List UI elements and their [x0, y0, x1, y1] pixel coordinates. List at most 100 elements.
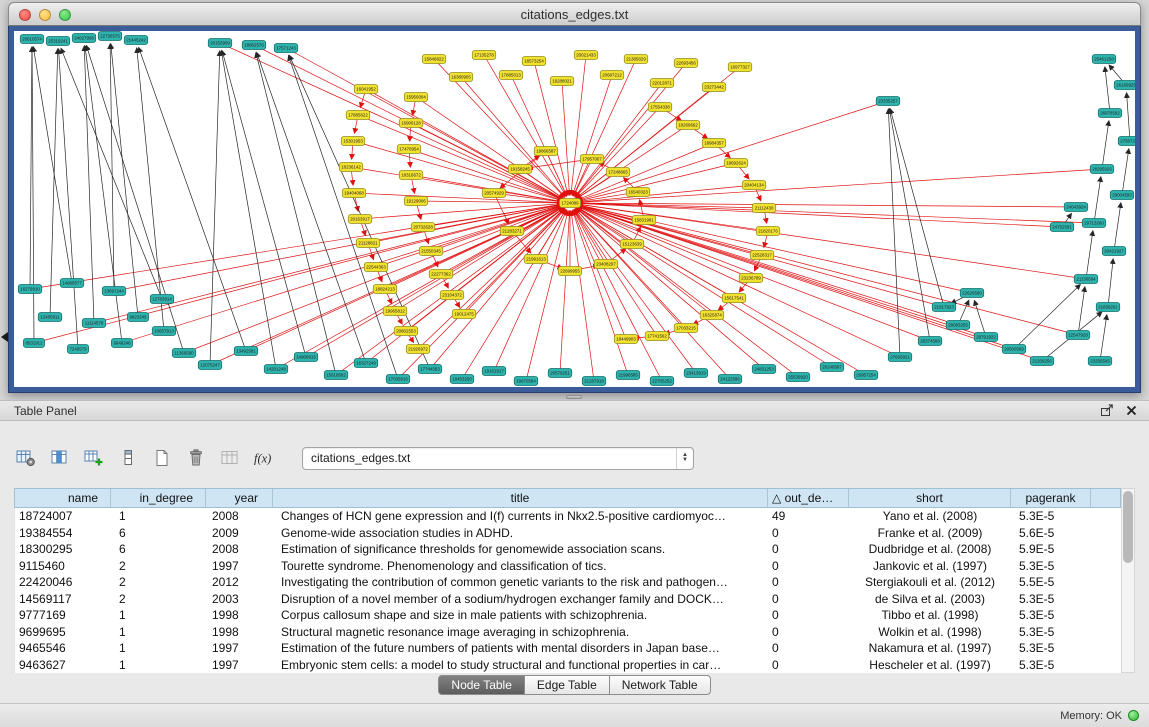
table-cell[interactable]: 5.3E-5: [1011, 640, 1091, 657]
graph-node[interactable]: 26610574: [20, 35, 43, 44]
table-cell[interactable]: 0: [768, 607, 849, 624]
table-cell[interactable]: 9115460: [15, 558, 111, 575]
graph-node[interactable]: 24122586: [718, 375, 741, 384]
table-cell[interactable]: 18300295: [15, 541, 111, 558]
select-columns-icon[interactable]: [46, 445, 73, 471]
graph-node[interactable]: 17885622: [346, 111, 369, 120]
table-cell[interactable]: Tourette syndrome. Phenomenology and cla…: [273, 558, 768, 575]
graph-node[interactable]: 19129006: [404, 197, 427, 206]
table-cell[interactable]: 5.3E-5: [1011, 508, 1091, 525]
table-cell[interactable]: 5.3E-5: [1011, 624, 1091, 641]
close-panel-icon[interactable]: [1126, 405, 1137, 416]
graph-node[interactable]: 14201248: [264, 365, 287, 374]
west-panel-collapse-arrow[interactable]: [1, 332, 8, 342]
table-cell[interactable]: Tibbo et al. (1998): [849, 607, 1011, 624]
graph-node[interactable]: 21287918: [582, 377, 605, 386]
graph-node[interactable]: 22693456: [674, 59, 697, 68]
table-row[interactable]: 1938455462009Genome-wide association stu…: [15, 525, 1121, 542]
table-cell[interactable]: Stergiakouli et al. (2012): [849, 574, 1011, 591]
graph-node[interactable]: 20732628: [411, 223, 434, 232]
table-row[interactable]: 969969511998Structural magnetic resonanc…: [15, 624, 1121, 641]
graph-node[interactable]: 29791922: [974, 333, 997, 342]
graph-node[interactable]: 25539920: [786, 373, 809, 382]
table-cell[interactable]: 2: [111, 574, 206, 591]
table-cell[interactable]: 1997: [206, 558, 273, 575]
table-row[interactable]: 2242004622012Investigating the contribut…: [15, 574, 1121, 591]
graph-node[interactable]: 11366580: [172, 349, 195, 358]
graph-node[interactable]: 16977327: [728, 63, 751, 72]
graph-node[interactable]: 17033215: [674, 324, 697, 333]
table-cell[interactable]: 2003: [206, 591, 273, 608]
table-cell[interactable]: 1997: [206, 640, 273, 657]
table-cell[interactable]: Nakamura et al. (1997): [849, 640, 1011, 657]
column-header-out_de[interactable]: △ out_de…: [768, 489, 849, 507]
graph-node[interactable]: 21283271: [500, 227, 523, 236]
table-cell[interactable]: Investigating the contribution of common…: [273, 574, 768, 591]
table-cell[interactable]: 2012: [206, 574, 273, 591]
graph-node[interactable]: 26248587: [820, 363, 843, 372]
window-titlebar[interactable]: citations_edges.txt: [8, 2, 1141, 26]
table-row[interactable]: 977716911998Corpus callosum shape and si…: [15, 607, 1121, 624]
graph-node[interactable]: 23335257: [876, 97, 899, 106]
table-cell[interactable]: 0: [768, 558, 849, 575]
graph-node[interactable]: 22699955: [558, 267, 581, 276]
graph-node[interactable]: 27587259: [1118, 137, 1135, 146]
table-row[interactable]: 1872400712008Changes of HCN gene express…: [15, 508, 1121, 525]
column-header-short[interactable]: short: [849, 489, 1011, 507]
graph-node[interactable]: 21917923: [932, 303, 955, 312]
table-cell[interactable]: 9699695: [15, 624, 111, 641]
graph-node[interactable]: 22277362: [429, 270, 452, 279]
table-cell[interactable]: 1: [111, 640, 206, 657]
graph-node[interactable]: 29713260: [1082, 219, 1105, 228]
graph-node[interactable]: 17554338: [648, 103, 671, 112]
graph-node[interactable]: 16325874: [700, 311, 723, 320]
table-cell[interactable]: 6: [111, 541, 206, 558]
graph-node[interactable]: 19161917: [482, 367, 505, 376]
table-cell[interactable]: 0: [768, 640, 849, 657]
graph-node[interactable]: 15950004: [404, 93, 427, 102]
table-cell[interactable]: 2008: [206, 508, 273, 525]
graph-node[interactable]: 22544363: [364, 263, 387, 272]
graph-node[interactable]: 22705252: [650, 377, 673, 386]
graph-node[interactable]: 26878592: [1098, 109, 1121, 118]
graph-node[interactable]: 17470954: [397, 145, 420, 154]
graph-node[interactable]: 23273442: [702, 83, 725, 92]
graph-node[interactable]: 28295926: [1090, 165, 1113, 174]
graph-node[interactable]: 14988577: [60, 279, 83, 288]
graph-node[interactable]: 15846822: [422, 55, 445, 64]
graph-node[interactable]: 18824213: [373, 285, 396, 294]
graph-node[interactable]: 23236789: [739, 274, 762, 283]
graph-node[interactable]: 13697244: [102, 287, 125, 296]
table-cell[interactable]: Dudbridge et al. (2008): [849, 541, 1011, 558]
graph-node[interactable]: 12405911: [38, 313, 61, 322]
graph-node[interactable]: 22626590: [960, 289, 983, 298]
graph-node[interactable]: 17741562: [645, 332, 668, 341]
table-cell[interactable]: 1: [111, 657, 206, 674]
network-canvas[interactable]: 2661057425319241240279082273657521445242…: [14, 31, 1135, 387]
graph-node[interactable]: 20500589: [1002, 345, 1025, 354]
graph-node[interactable]: 20687212: [600, 71, 623, 80]
graph-node[interactable]: 12075247: [198, 361, 221, 370]
graph-node[interactable]: 21385029: [624, 55, 647, 64]
table-cell[interactable]: 0: [768, 541, 849, 558]
graph-node[interactable]: 21550345: [419, 247, 442, 256]
table-row[interactable]: 946554611997Estimation of the future num…: [15, 640, 1121, 657]
graph-node[interactable]: 16540323: [626, 188, 649, 197]
table-cell[interactable]: 19384554: [15, 525, 111, 542]
table-row[interactable]: 1830029562008Estimation of significance …: [15, 541, 1121, 558]
graph-node[interactable]: 28374588: [918, 337, 941, 346]
table-cell[interactable]: 1998: [206, 607, 273, 624]
graph-node[interactable]: 21112430: [752, 204, 775, 213]
graph-node[interactable]: 18453250: [450, 375, 473, 384]
graph-node[interactable]: 17957007: [580, 155, 603, 164]
minimize-window-button[interactable]: [39, 9, 51, 21]
table-cell[interactable]: 0: [768, 591, 849, 608]
table-cell[interactable]: 0: [768, 574, 849, 591]
graph-node[interactable]: 21128821: [356, 239, 379, 248]
graph-node[interactable]: 18269662: [676, 121, 699, 130]
zoom-window-button[interactable]: [59, 9, 71, 21]
tab-network-table[interactable]: Network Table: [609, 675, 711, 695]
new-column-icon[interactable]: [80, 445, 107, 471]
table-cell[interactable]: 9777169: [15, 607, 111, 624]
table-cell[interactable]: 9463627: [15, 657, 111, 674]
